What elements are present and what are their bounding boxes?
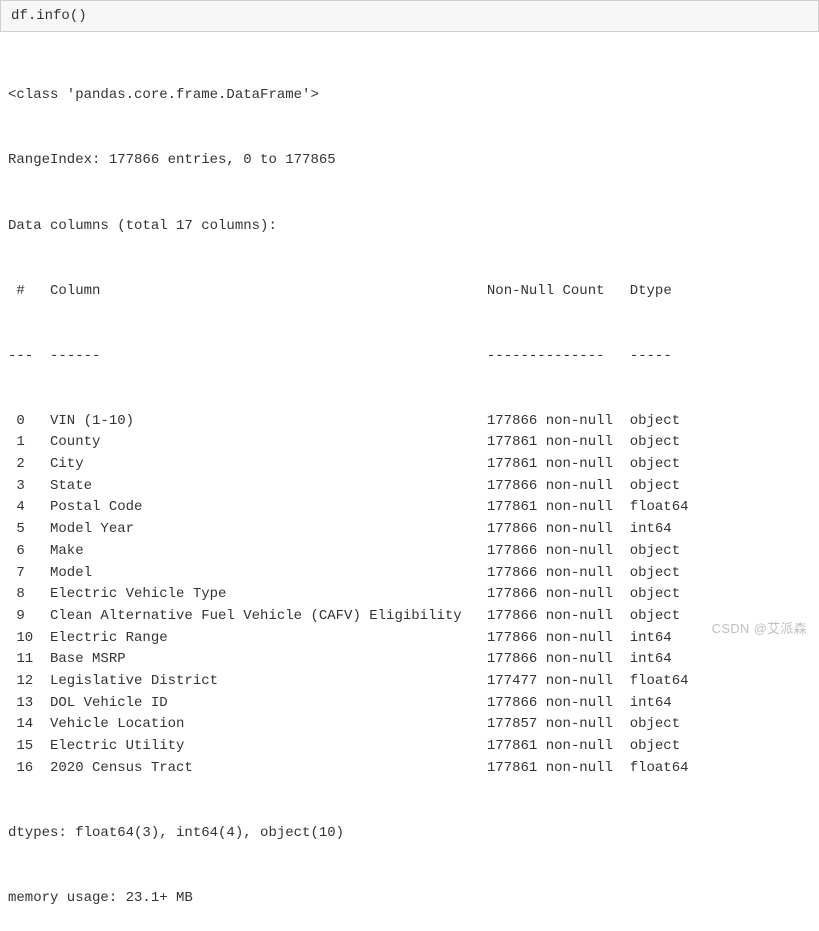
div-idx: --- <box>8 348 50 364</box>
table-row: 10 Electric Range 177866 non-null int64 <box>8 628 811 650</box>
table-row: 7 Model 177866 non-null object <box>8 563 811 585</box>
table-row: 8 Electric Vehicle Type 177866 non-null … <box>8 584 811 606</box>
table-row: 9 Clean Alternative Fuel Vehicle (CAFV) … <box>8 606 811 628</box>
div-dtype: ----- <box>630 348 672 364</box>
output-header-row: # Column Non-Null Count Dtype <box>8 281 811 303</box>
code-paren-close: ) <box>78 8 86 24</box>
table-row: 14 Vehicle Location 177857 non-null obje… <box>8 714 811 736</box>
hdr-col: Column <box>50 283 487 299</box>
table-row: 5 Model Year 177866 non-null int64 <box>8 519 811 541</box>
table-row: 16 2020 Census Tract 177861 non-null flo… <box>8 758 811 780</box>
hdr-dtype: Dtype <box>630 283 672 299</box>
code-method: info <box>36 8 70 24</box>
output-dtypes-summary: dtypes: float64(3), int64(4), object(10) <box>8 823 811 845</box>
table-row: 12 Legislative District 177477 non-null … <box>8 671 811 693</box>
output-datacolumns-line: Data columns (total 17 columns): <box>8 216 811 238</box>
table-row: 2 City 177861 non-null object <box>8 454 811 476</box>
code-input-cell[interactable]: df.info() <box>0 0 819 32</box>
output-cell: <class 'pandas.core.frame.DataFrame'> Ra… <box>0 32 819 931</box>
output-rangeindex-line: RangeIndex: 177866 entries, 0 to 177865 <box>8 150 811 172</box>
code-dot: . <box>28 8 36 24</box>
output-memory-usage: memory usage: 23.1+ MB <box>8 888 811 910</box>
table-row: 1 County 177861 non-null object <box>8 432 811 454</box>
output-class-line: <class 'pandas.core.frame.DataFrame'> <box>8 85 811 107</box>
table-row: 15 Electric Utility 177861 non-null obje… <box>8 736 811 758</box>
table-row: 0 VIN (1-10) 177866 non-null object <box>8 411 811 433</box>
code-object: df <box>11 8 28 24</box>
table-row: 13 DOL Vehicle ID 177866 non-null int64 <box>8 693 811 715</box>
hdr-nn: Non-Null Count <box>487 283 630 299</box>
div-nn: -------------- <box>487 348 630 364</box>
table-row: 6 Make 177866 non-null object <box>8 541 811 563</box>
output-table-rows: 0 VIN (1-10) 177866 non-null object 1 Co… <box>8 411 811 780</box>
table-row: 4 Postal Code 177861 non-null float64 <box>8 497 811 519</box>
table-row: 3 State 177866 non-null object <box>8 476 811 498</box>
hdr-idx: # <box>8 283 50 299</box>
code-paren-open: ( <box>70 8 78 24</box>
div-col: ------ <box>50 348 487 364</box>
table-row: 11 Base MSRP 177866 non-null int64 <box>8 649 811 671</box>
output-divider-row: --- ------ -------------- ----- <box>8 346 811 368</box>
